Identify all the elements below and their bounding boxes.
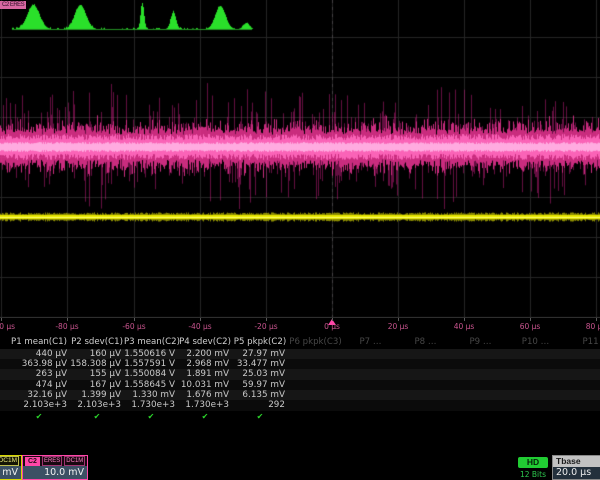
measurement-value: 160 µV (70, 349, 124, 359)
measurement-row: 32.16 µV1.399 µV1.330 mV1.676 mV6.135 mV (0, 390, 600, 400)
measurement-value: 1.730e+3 (178, 400, 232, 410)
c2-scale-value: 10.0 mV (23, 466, 87, 479)
param-header-p10[interactable]: P10 … (508, 337, 563, 349)
measurement-value: 158.308 µV (70, 359, 124, 369)
time-axis-tick (134, 318, 135, 321)
timebase-value: 20.0 µs (553, 467, 600, 479)
time-axis-label: 40 µs (454, 322, 475, 331)
param-header-p5[interactable]: P5 pkpk(C2) (232, 337, 288, 349)
timebase-title: Tbase (553, 456, 600, 467)
c2-coupling-badge: DC1M (64, 456, 85, 466)
measurement-row: 363.98 µV158.308 µV1.557591 V2.968 mV33.… (0, 359, 600, 369)
measurement-value: 59.97 mV (232, 380, 288, 390)
c1-coupling-badge: DC1M (0, 456, 19, 466)
time-axis-label: -20 µs (254, 322, 277, 331)
measurement-header-row: P1 mean(C1)P2 sdev(C1)P3 mean(C2)P4 sdev… (0, 337, 600, 349)
time-axis-tick (200, 318, 201, 321)
measurement-value: 2.200 mV (178, 349, 232, 359)
param-header-p6[interactable]: P6 pkpk(C3) (288, 337, 343, 349)
status-check: ✔ (178, 411, 232, 422)
oscilloscope-screen: C2 ERES -100 µs -80 µs -60 µs -40 µs -20 µs 0… (0, 0, 600, 480)
measurement-value: 1.330 mV (124, 390, 178, 400)
time-axis-tick (398, 318, 399, 321)
measurement-value: 292 (232, 400, 288, 410)
measurement-row: 263 µV155 µV1.550084 V1.891 mV25.03 mV (0, 369, 600, 379)
time-axis-label: 60 µs (520, 322, 541, 331)
measurement-value: 2.103e+3 (70, 400, 124, 410)
measurement-value: 10.031 mV (178, 380, 232, 390)
measurement-value: 1.558645 V (124, 380, 178, 390)
param-header-p11[interactable]: P11 (563, 337, 600, 349)
measurement-value: 1.676 mV (178, 390, 232, 400)
c1-scale-value: 10.0 mV (0, 466, 21, 479)
status-check: ✔ (70, 411, 124, 422)
measurement-value: 1.891 mV (178, 369, 232, 379)
time-axis-label: -60 µs (122, 322, 145, 331)
measurement-value: 1.399 µV (70, 390, 124, 400)
waveform-grid[interactable] (0, 0, 600, 318)
channel-descriptor-c2[interactable]: C2 ERES DC1M 10.0 mV (22, 455, 88, 480)
channel-descriptor-c1[interactable]: DC1M 10.0 mV (0, 455, 22, 480)
measurement-value: 263 µV (8, 369, 70, 379)
time-axis-tick (266, 318, 267, 321)
time-axis-label: -100 µs (0, 322, 15, 331)
measurement-row: 2.103e+32.103e+31.730e+31.730e+3292 (0, 400, 600, 410)
measurement-value: 167 µV (70, 380, 124, 390)
param-header-p2[interactable]: P2 sdev(C1) (70, 337, 124, 349)
param-header-p9[interactable]: P9 … (453, 337, 508, 349)
measurement-value: 2.103e+3 (8, 400, 70, 410)
measurement-value: 440 µV (8, 349, 70, 359)
time-axis-label: 20 µs (388, 322, 409, 331)
measurement-value: 1.550616 V (124, 349, 178, 359)
hd-bits-label: 12 Bits (514, 470, 552, 479)
measurement-value: 1.730e+3 (124, 400, 178, 410)
c2-label: C2 (25, 457, 40, 466)
time-axis-label: -40 µs (188, 322, 211, 331)
time-axis: -100 µs -80 µs -60 µs -40 µs -20 µs 0 µs 20 µs… (0, 318, 600, 337)
measurement-value: 32.16 µV (8, 390, 70, 400)
measurement-status-row: ✔✔✔✔✔ (0, 411, 600, 422)
time-axis-tick (67, 318, 68, 321)
status-check: ✔ (232, 411, 288, 422)
param-header-p8[interactable]: P8 … (398, 337, 453, 349)
param-header-p4[interactable]: P4 sdev(C2) (178, 337, 232, 349)
hd-mode-badge[interactable]: HD (518, 457, 548, 468)
measurement-value: 363.98 µV (8, 359, 70, 369)
param-header-p3[interactable]: P3 mean(C2) (124, 337, 178, 349)
measurement-value: 6.135 mV (232, 390, 288, 400)
time-axis-tick (596, 318, 597, 321)
bottom-bar: DC1M 10.0 mV C2 ERES DC1M 10.0 mV + HD 1… (0, 455, 600, 480)
measurement-value: 2.968 mV (178, 359, 232, 369)
param-header-p1[interactable]: P1 mean(C1) (8, 337, 70, 349)
timebase-descriptor[interactable]: Tbase 20.0 µs (552, 455, 600, 480)
measurement-value: 474 µV (8, 380, 70, 390)
measurement-row: 474 µV167 µV1.558645 V10.031 mV59.97 mV (0, 380, 600, 390)
status-check: ✔ (124, 411, 178, 422)
measurement-value: 25.03 mV (232, 369, 288, 379)
time-axis-tick (530, 318, 531, 321)
time-axis-label: 0 µs (324, 322, 340, 331)
status-check: ✔ (8, 411, 70, 422)
measurement-table: P1 mean(C1)P2 sdev(C1)P3 mean(C2)P4 sdev… (0, 337, 600, 422)
measurement-row: 440 µV160 µV1.550616 V2.200 mV27.97 mV (0, 349, 600, 359)
time-axis-label: 80 µs (586, 322, 600, 331)
time-axis-tick (1, 318, 2, 321)
time-axis-label: -80 µs (55, 322, 78, 331)
time-axis-tick (332, 318, 333, 321)
measurement-value: 1.550084 V (124, 369, 178, 379)
c2-eres-badge: ERES (42, 456, 62, 466)
measurement-value: 1.557591 V (124, 359, 178, 369)
param-header-p7[interactable]: P7 … (343, 337, 398, 349)
measurement-value: 27.97 mV (232, 349, 288, 359)
measurement-value: 33.477 mV (232, 359, 288, 369)
time-axis-tick (464, 318, 465, 321)
measurement-value: 155 µV (70, 369, 124, 379)
histicons (0, 0, 600, 34)
